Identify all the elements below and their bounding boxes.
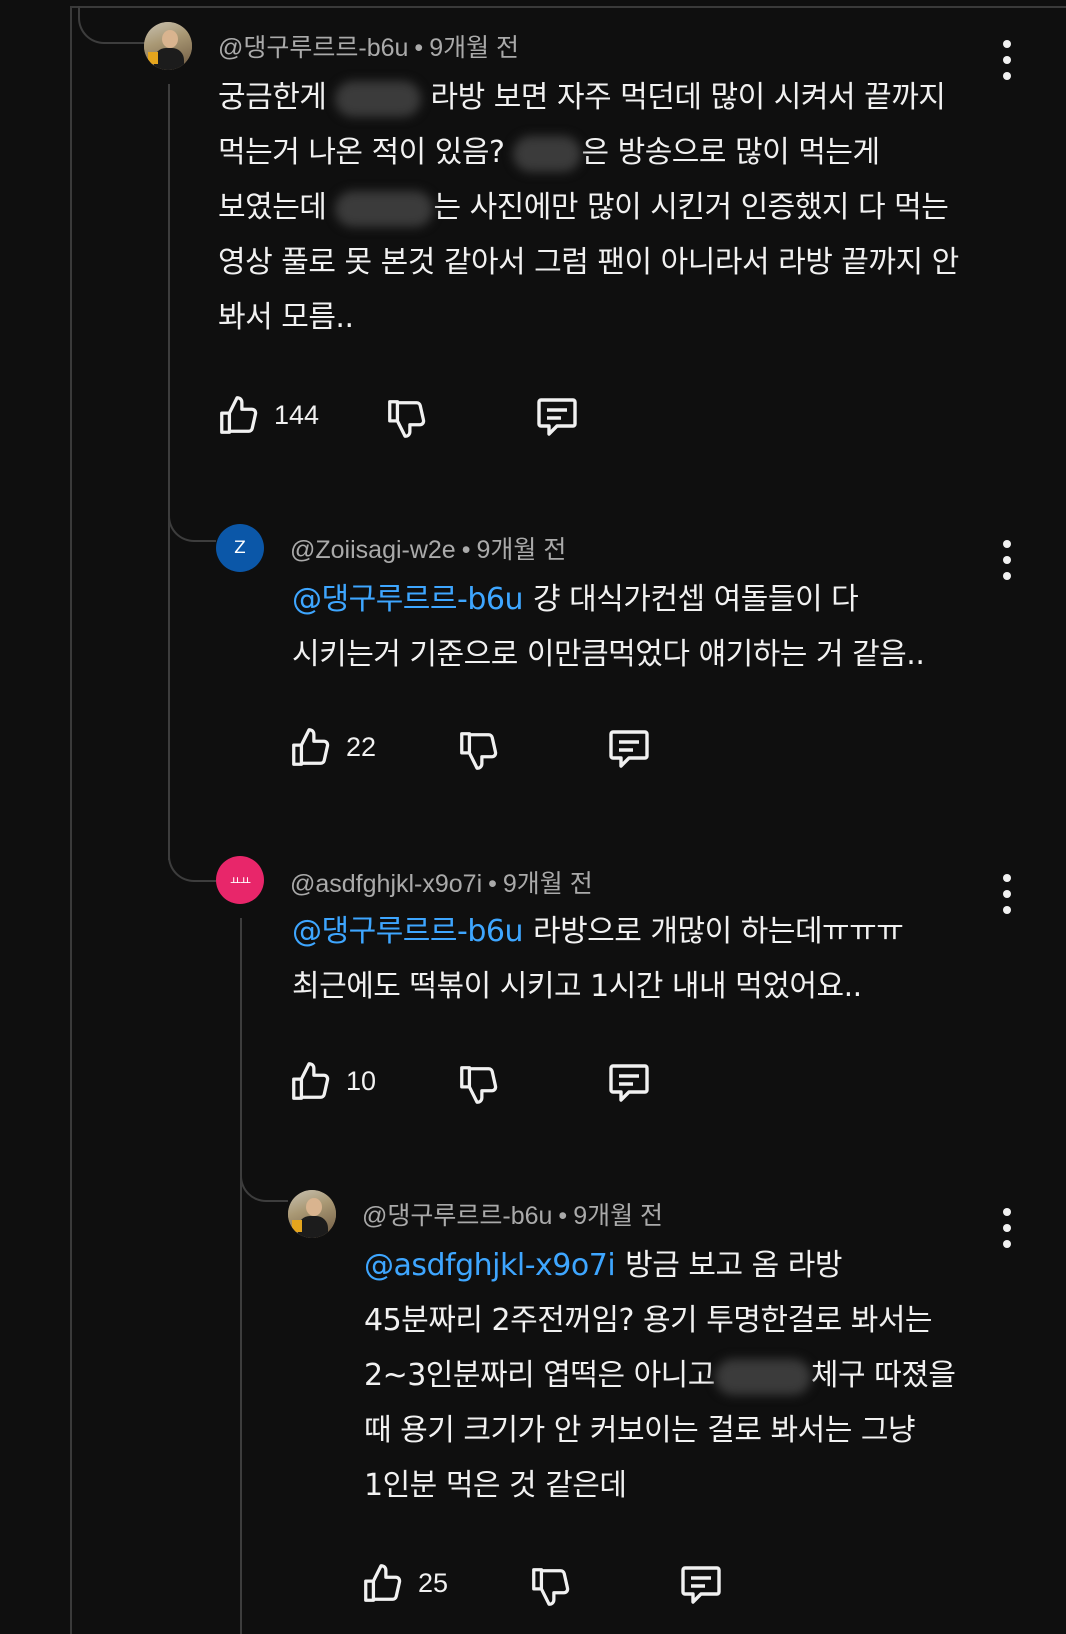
like-count: 22 [346, 731, 377, 762]
thumbs-up-icon [292, 1062, 330, 1100]
reply-button[interactable] [532, 394, 582, 442]
redacted-blur [513, 135, 582, 172]
like-button[interactable]: 22 [288, 724, 376, 770]
avatar[interactable] [288, 1190, 336, 1238]
avatar[interactable] [144, 22, 192, 70]
meta-separator: • [488, 870, 497, 898]
like-count: 10 [346, 1065, 377, 1096]
comment-text: 궁금한게 라방 보면 자주 먹던데 많이 시켜서 끝까지 먹는거 나온 적이 있… [218, 70, 1008, 345]
meta-separator: • [461, 536, 471, 564]
comment-line: @asdfghjkl-x9o7i 방금 보고 옴 라방 [364, 1248, 842, 1283]
dislike-button[interactable] [384, 396, 430, 442]
redacted-blur [335, 80, 422, 117]
comment-meta: @asdfghjkl-x9o7i • 9개월 전 [290, 864, 593, 900]
comment-author[interactable]: @asdfghjkl-x9o7i [290, 870, 482, 898]
reply-icon [609, 730, 649, 768]
comment-line: 봐서 모름.. [218, 300, 354, 335]
comment-line: 2~3인분짜리 엽떡은 아니고 체구 따졌을 [364, 1358, 956, 1395]
like-count: 144 [274, 399, 320, 430]
redacted-blur [714, 1358, 811, 1395]
comment-line: @댕구루르르-b6u 걍 대식가컨셉 여돌들이 다 [292, 582, 859, 617]
comment-meta: @댕구루르르-b6u • 9개월 전 [362, 1196, 663, 1232]
like-count: 25 [418, 1567, 449, 1598]
comment-line: @댕구루르르-b6u 라방으로 개많이 하는데ㅠㅠㅠ [292, 914, 904, 949]
comment-meta: @Zoiisagi-w2e • 9개월 전 [290, 530, 566, 566]
comment-meta: @댕구루르르-b6u • 9개월 전 [218, 28, 519, 64]
mention-link[interactable]: @댕구루르르-b6u [292, 582, 523, 617]
meta-separator: • [558, 1202, 568, 1230]
comment-author[interactable]: @댕구루르르-b6u [218, 34, 408, 62]
thumbs-down-icon [460, 1066, 498, 1104]
redacted-blur [335, 190, 434, 227]
reply-button[interactable] [604, 1060, 654, 1108]
comment-line: 보였는데 는 사진에만 많이 시킨거 인증했지 다 먹는 [218, 190, 949, 227]
like-button[interactable]: 25 [360, 1560, 448, 1606]
thread-line [240, 918, 242, 1634]
comment-line: 영상 풀로 못 본것 같아서 그럼 팬이 아니라서 라방 끝까지 안 [218, 245, 959, 280]
comment-line: 궁금한게 라방 보면 자주 먹던데 많이 시켜서 끝까지 [218, 80, 946, 117]
reply-icon [681, 1566, 721, 1604]
thumbs-down-icon [532, 1568, 570, 1606]
comment-time[interactable]: 9개월 전 [476, 536, 566, 564]
comment-author[interactable]: @Zoiisagi-w2e [290, 536, 456, 564]
comment-line: 먹는거 나온 적이 있음? 은 방송으로 많이 먹는게 [218, 135, 880, 172]
panel-left-border [70, 6, 72, 1634]
dislike-button[interactable] [528, 1564, 574, 1610]
comment-line: 최근에도 떡볶이 시키고 1시간 내내 먹었어요.. [292, 969, 862, 1004]
comment-line: 45분짜리 2주전꺼임? 용기 투명한걸로 봐서는 [364, 1303, 933, 1338]
thread-connector [78, 6, 146, 44]
comment-line: 1인분 먹은 것 같은데 [364, 1468, 627, 1503]
like-button[interactable]: 10 [288, 1058, 376, 1104]
comment-text: @댕구루르르-b6u 걍 대식가컨셉 여돌들이 다 시키는거 기준으로 이만큼먹었… [292, 572, 1012, 682]
panel-top-border [70, 6, 1066, 8]
thumbs-down-icon [388, 400, 426, 438]
reply-icon [609, 1064, 649, 1102]
thumbs-down-icon [460, 732, 498, 770]
mention-link[interactable]: @asdfghjkl-x9o7i [364, 1248, 616, 1283]
comment-time[interactable]: 9개월 전 [503, 870, 593, 898]
reply-button[interactable] [604, 726, 654, 774]
comment-line: 시키는거 기준으로 이만큼먹었다 얘기하는 거 같음.. [292, 637, 925, 672]
thumbs-up-icon [220, 396, 258, 434]
dislike-button[interactable] [456, 728, 502, 774]
comment-line: 때 용기 크기가 안 커보이는 걸로 봐서는 그냥 [364, 1413, 916, 1448]
thread-connector [168, 490, 216, 542]
comment-author[interactable]: @댕구루르르-b6u [362, 1202, 552, 1230]
comment-text: @댕구루르르-b6u 라방으로 개많이 하는데ㅠㅠㅠ 최근에도 떡볶이 시키고 1… [292, 904, 1012, 1014]
thread-line [168, 84, 170, 860]
like-button[interactable]: 144 [216, 392, 319, 438]
thumbs-up-icon [292, 728, 330, 766]
comment-time[interactable]: 9개월 전 [573, 1202, 663, 1230]
mention-link[interactable]: @댕구루르르-b6u [292, 914, 523, 949]
thread-connector [240, 1160, 288, 1202]
thumbs-up-icon [364, 1564, 402, 1602]
avatar[interactable]: Z [216, 524, 264, 572]
reply-button[interactable] [676, 1562, 726, 1610]
reply-icon [537, 398, 577, 436]
thread-connector [168, 840, 216, 882]
meta-separator: • [414, 34, 424, 62]
avatar[interactable]: ㅛㅛ [216, 856, 264, 904]
comment-text: @asdfghjkl-x9o7i 방금 보고 옴 라방 45분짜리 2주전꺼임? … [364, 1238, 1024, 1513]
comment-time[interactable]: 9개월 전 [429, 34, 519, 62]
dislike-button[interactable] [456, 1062, 502, 1108]
